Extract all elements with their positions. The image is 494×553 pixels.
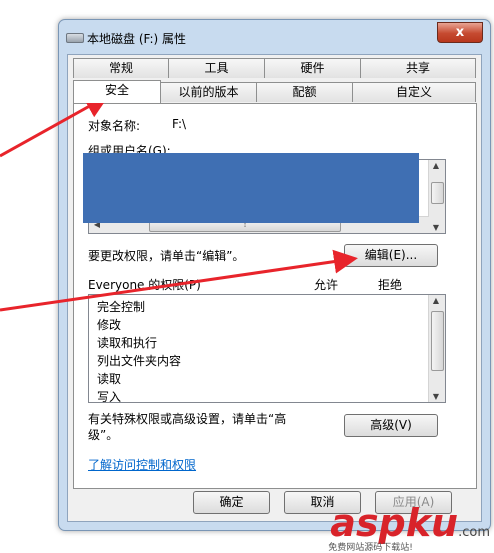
advanced-hint-line2: 级”。	[88, 428, 119, 442]
scroll-down-arrow-icon[interactable]: ▼	[429, 223, 443, 232]
tab-security[interactable]: 安全	[73, 80, 161, 103]
list-item: 列出文件夹内容	[97, 354, 182, 368]
list-item: 写入	[97, 390, 122, 403]
tab-previous-versions[interactable]: 以前的版本	[160, 82, 257, 102]
tab-quota[interactable]: 配额	[256, 82, 353, 102]
title-bar[interactable]: 本地磁盘 (F:) 属性 x	[59, 20, 490, 54]
aspku-watermark: aspku.com 免费网站源码下载站!	[328, 501, 490, 553]
ok-button[interactable]: 确定	[193, 491, 270, 514]
advanced-button[interactable]: 高级(V)	[344, 414, 438, 437]
watermark-tagline: 免费网站源码下载站!	[328, 543, 413, 553]
deny-column-header: 拒绝	[378, 278, 403, 292]
scroll-up-arrow-icon[interactable]: ▲	[429, 296, 443, 305]
dialog-content: 常规 工具 硬件 共享 安全 以前的版本 配额 自定义 对象名称: F:\ 组或…	[67, 54, 482, 522]
properties-dialog: 本地磁盘 (F:) 属性 x 常规 工具 硬件 共享 安全 以前的版本 配额 自…	[58, 19, 491, 531]
window-title: 本地磁盘 (F:) 属性	[87, 32, 187, 46]
permissions-label: Everyone 的权限(P)	[88, 278, 201, 292]
list-item: 读取和执行	[97, 336, 158, 350]
edit-button[interactable]: 编辑(E)...	[344, 244, 438, 267]
group-list-vscrollbar[interactable]: ▲ ▼	[428, 160, 445, 233]
list-item: 读取	[97, 372, 122, 386]
scroll-up-arrow-icon[interactable]: ▲	[429, 161, 443, 170]
watermark-logo: aspku	[330, 501, 459, 545]
close-button[interactable]: x	[437, 22, 483, 43]
scroll-down-arrow-icon[interactable]: ▼	[429, 392, 443, 401]
list-item: 修改	[97, 318, 122, 332]
object-name-label: 对象名称:	[88, 119, 141, 133]
scroll-thumb[interactable]	[431, 311, 444, 371]
redaction-block	[83, 153, 419, 223]
list-item: 完全控制	[97, 300, 146, 314]
advanced-hint-line1: 有关特殊权限或高级设置，请单击“高	[88, 412, 287, 426]
permissions-vscrollbar[interactable]: ▲ ▼	[428, 295, 445, 402]
tab-tools[interactable]: 工具	[168, 58, 265, 78]
watermark-suffix: .com	[458, 525, 490, 540]
object-name-value: F:\	[172, 117, 187, 131]
tab-sharing[interactable]: 共享	[360, 58, 476, 78]
access-control-help-link[interactable]: 了解访问控制和权限	[88, 456, 196, 473]
allow-column-header: 允许	[314, 278, 339, 292]
permissions-list[interactable]: 完全控制 修改 读取和执行 列出文件夹内容 读取 写入 ▲ ▼	[88, 294, 446, 403]
tab-general[interactable]: 常规	[73, 58, 169, 78]
scroll-thumb[interactable]	[431, 182, 444, 204]
drive-icon	[66, 33, 84, 43]
change-permissions-hint: 要更改权限，请单击“编辑”。	[88, 249, 245, 263]
tab-hardware[interactable]: 硬件	[264, 58, 361, 78]
tab-customize[interactable]: 自定义	[352, 82, 476, 102]
